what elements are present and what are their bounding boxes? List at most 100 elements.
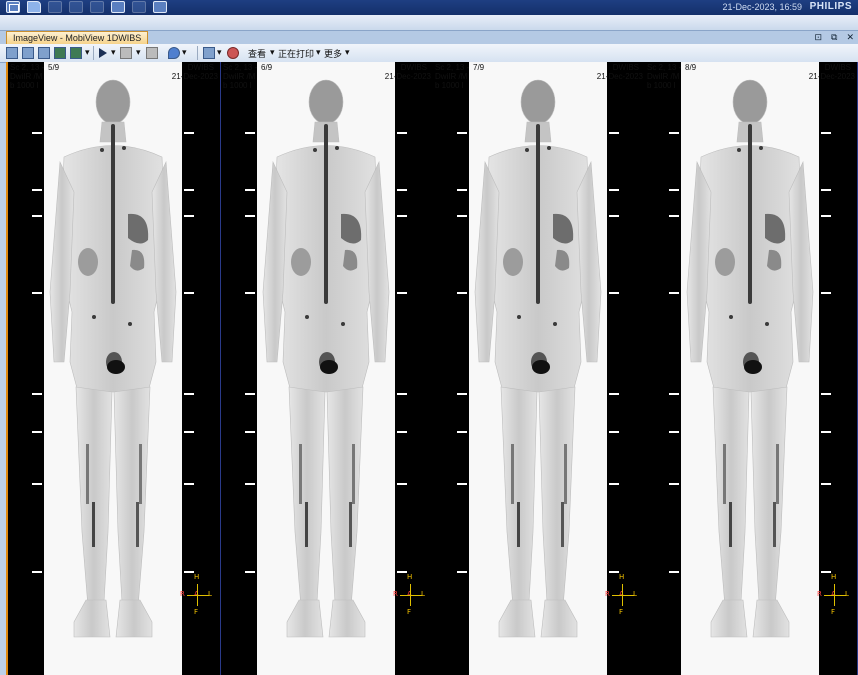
scale-tick [609,292,619,294]
scale-tick [32,393,42,395]
scale-tick [184,571,194,573]
chevron-down-icon[interactable]: ▾ [182,47,187,58]
scale-tick [184,215,194,217]
scale-tick [184,393,194,395]
orientation-left: R [393,590,398,598]
scale-tick [32,189,42,191]
overlay-series: Sc 2, 13 - [647,63,682,72]
scale-tick [669,483,679,485]
scale-tick [32,292,42,294]
info-icon[interactable] [69,1,83,13]
scale-tick [457,483,467,485]
scale-tick [457,215,467,217]
image-pane[interactable]: Sc 2, 13 - DwiIR /M b 1000 l 7/9 DWIBS 21-Dec… [433,62,646,675]
tab-imageview[interactable]: ImageView - MobiView 1DWIBS [6,31,149,44]
film-icon[interactable] [120,47,132,59]
grid-layout-icon[interactable] [6,47,18,59]
scale-tick [32,483,42,485]
mip-image[interactable] [681,62,819,675]
scale-tick [821,483,831,485]
image-viewport[interactable]: Sc 2, 13 - DwiIR /M b 1000 l 5/9 DWIBS 21-Dec… [6,62,858,675]
mip-image[interactable] [44,62,182,675]
chevron-down-icon[interactable]: ▾ [217,47,222,58]
image-pane[interactable]: Sc 2, 13 - DwiIR /M b 1000 l 5/9 DWIBS 21-Dec… [8,62,221,675]
overlay-series: Sc 2, 13 - [10,63,45,72]
chevron-down-icon[interactable]: ▾ [111,47,116,58]
layout-icon[interactable] [6,1,20,13]
chevron-down-icon[interactable]: ▾ [85,47,90,58]
series-view-icon[interactable] [38,47,50,59]
window-level-icon[interactable] [203,47,215,59]
upper-toolbar [0,15,858,31]
orientation-top: H [194,573,200,581]
scale-tick [397,393,407,395]
orientation-bottom: F [619,608,624,616]
tools-icon[interactable] [90,1,104,13]
tile-view-icon[interactable] [54,47,66,59]
maximize-icon[interactable]: ⧉ [831,32,837,43]
scale-tick [821,132,831,134]
orientation-left: R [180,590,185,598]
scale-tick [184,189,194,191]
close-icon[interactable]: ✕ [846,32,854,43]
scale-tick [245,393,255,395]
annotation-pin-icon[interactable] [168,47,180,59]
print-icon[interactable] [111,1,125,13]
scale-tick [184,132,194,134]
view-menu[interactable]: 查看 [248,47,266,60]
printing-menu[interactable]: 正在打印 [278,47,314,60]
reset-icon[interactable] [227,47,239,59]
play-icon[interactable] [99,48,107,58]
orientation-crosshair [187,595,209,596]
scale-tick [32,132,42,134]
orientation-crosshair [824,595,846,596]
orientation-top: H [407,573,413,581]
mip-image[interactable] [257,62,395,675]
scale-tick [245,215,255,217]
matrix-view-icon[interactable] [70,47,82,59]
export-icon[interactable] [132,1,146,13]
overlay-modality: DWIBS [400,63,427,72]
overlay-image-index: 7/9 [473,63,485,72]
overlay-protocol: DwiIR /M [435,72,468,81]
mip-image[interactable] [469,62,607,675]
stack-view-icon[interactable] [22,47,34,59]
overlay-bvalue: b 1000 l [223,81,252,90]
measure-icon[interactable] [146,47,158,59]
patient-icon[interactable] [48,1,62,13]
scale-tick [609,483,619,485]
scale-tick [184,292,194,294]
orientation-left: R [817,590,822,598]
overlay-protocol: DwiIR /M [223,72,256,81]
chevron-down-icon[interactable]: ▾ [270,47,275,58]
more-menu[interactable]: 更多 [324,47,342,60]
chevron-down-icon[interactable]: ▾ [345,47,350,58]
scale-tick [457,393,467,395]
scale-tick [609,571,619,573]
orientation-crosshair [410,584,411,606]
scale-tick [457,431,467,433]
overlay-date: 21-Dec-2023 [171,72,218,81]
folder-icon[interactable] [27,1,41,13]
image-pane[interactable]: Sc 2, 13 - DwiIR /M b 1000 l 6/9 DWIBS 21-Dec… [221,62,434,675]
scale-tick [184,431,194,433]
restore-icon[interactable]: ⊡ [814,32,822,43]
scale-tick [397,292,407,294]
scale-tick [609,215,619,217]
scale-tick [457,132,467,134]
scale-tick [457,189,467,191]
overlay-bvalue: b 1000 l [10,81,39,90]
image-pane[interactable]: Sc 2, 13 - DwiIR /M b 1000 l 8/9 DWIBS 21-Dec… [645,62,858,675]
system-datetime: 21-Dec-2023, 16:59 [722,2,802,12]
orientation-top: H [619,573,625,581]
overlay-bvalue: b 1000 l [647,81,676,90]
overlay-image-index: 8/9 [685,63,697,72]
chevron-down-icon[interactable]: ▾ [316,47,321,58]
network-icon[interactable] [153,1,167,13]
overlay-date: 21-Dec-2023 [596,72,643,81]
overlay-protocol: DwiIR /M [647,72,680,81]
chevron-down-icon[interactable]: ▾ [136,47,141,58]
orientation-bottom: F [831,608,836,616]
toolbar-divider [93,46,94,60]
scale-tick [669,215,679,217]
